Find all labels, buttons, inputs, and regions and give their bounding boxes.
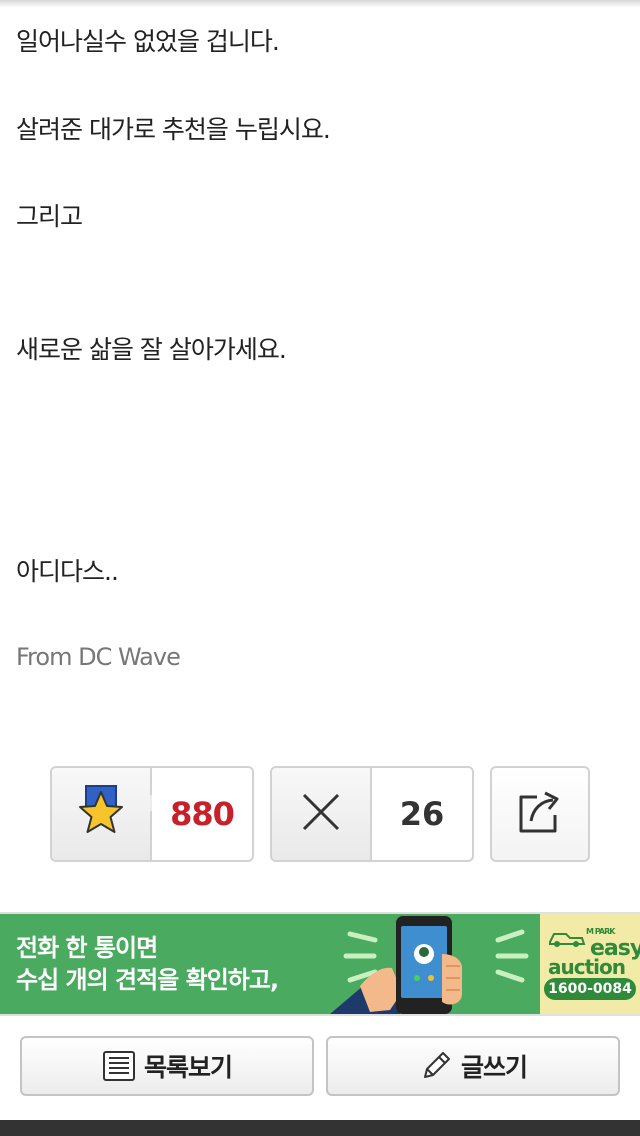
ad-phone-number: 1600-0084 bbox=[544, 978, 636, 1000]
ad-text: 전화 한 통이면 수십 개의 견적을 확인하고, bbox=[16, 932, 279, 996]
post-line-3: 그리고 bbox=[16, 202, 83, 231]
nonrecommend-icon-area[interactable] bbox=[272, 768, 372, 860]
post-line-1: 일어나실수 없었을 겁니다. bbox=[16, 27, 280, 56]
ad-logo: M PARK easy auction 1600-0084 bbox=[540, 914, 640, 1014]
post-source: From DC Wave bbox=[16, 643, 181, 671]
recommend-button[interactable]: 880 bbox=[50, 766, 254, 862]
write-button[interactable]: 글쓰기 bbox=[326, 1036, 620, 1096]
top-shadow bbox=[0, 0, 640, 8]
list-button-label: 목록보기 bbox=[143, 1053, 233, 1082]
ad-line-2: 수십 개의 견적을 확인하고, bbox=[16, 966, 279, 994]
recommend-icon-area[interactable] bbox=[52, 768, 152, 860]
ad-brand-auction: auction bbox=[548, 955, 626, 979]
nonrecommend-button[interactable]: 26 bbox=[270, 766, 474, 862]
post-line-4: 새로운 삶을 잘 살아가세요. bbox=[16, 335, 287, 364]
bottom-bar: 목록보기 글쓰기 bbox=[0, 1016, 640, 1120]
car-icon bbox=[549, 933, 586, 947]
ad-brand-mpark: M PARK bbox=[586, 927, 615, 936]
star-icon bbox=[79, 785, 123, 833]
phone-hand-icon bbox=[330, 916, 529, 1014]
ad-banner[interactable]: 전화 한 통이면 수십 개의 견적을 확인하고, M PARK easy auc… bbox=[0, 912, 640, 1016]
list-icon bbox=[102, 1051, 135, 1081]
pencil-icon bbox=[423, 1052, 450, 1078]
share-icon bbox=[519, 791, 559, 833]
nonrecommend-count: 26 bbox=[372, 768, 472, 860]
share-button[interactable] bbox=[490, 766, 590, 862]
list-button[interactable]: 목록보기 bbox=[20, 1036, 314, 1096]
write-button-label: 글쓰기 bbox=[460, 1053, 528, 1082]
post-line-5: 아디다스.. bbox=[16, 557, 119, 586]
post-line-2: 살려준 대가로 추천을 누립시요. bbox=[16, 115, 331, 144]
ad-line-1: 전화 한 통이면 bbox=[16, 934, 158, 962]
recommend-count: 880 bbox=[152, 768, 252, 860]
footer-strip bbox=[0, 1120, 640, 1136]
close-icon bbox=[302, 793, 340, 831]
